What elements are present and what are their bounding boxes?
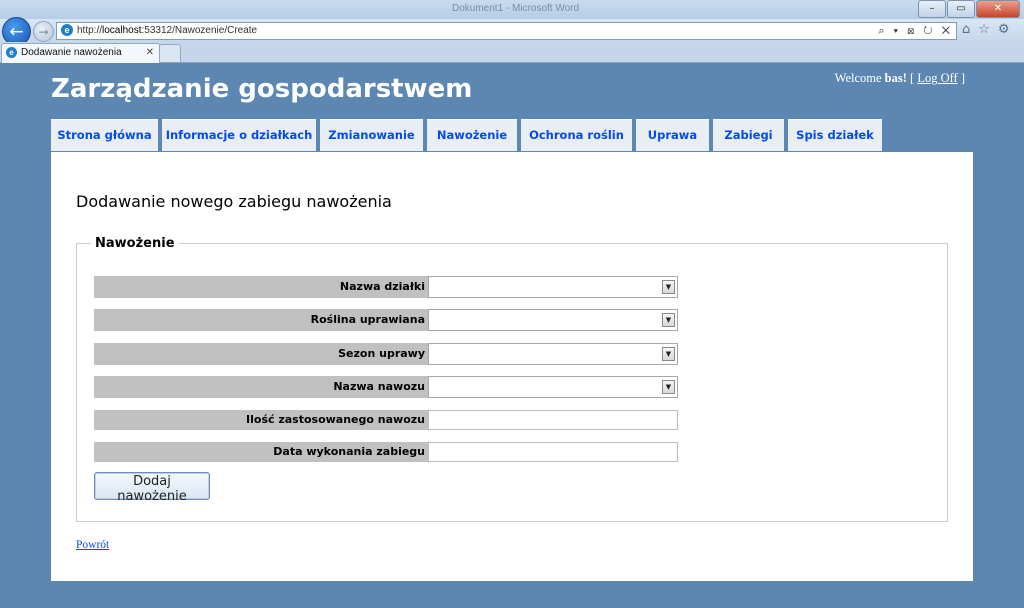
- field-label: Roślina uprawiana: [94, 309, 428, 331]
- form-row-nazwa-nawozu: Nazwa nawozu ▼: [94, 376, 678, 398]
- window-titlebar: Dokument1 - Microsoft Word – ▭ ✕: [0, 0, 1024, 19]
- ie-page-icon: e: [61, 24, 73, 36]
- menu-item-strona-glowna[interactable]: Strona główna: [51, 119, 158, 151]
- welcome-text: Welcome: [834, 71, 882, 85]
- menu-item-zabiegi[interactable]: Zabiegi: [713, 119, 784, 151]
- menu-item-zmianowanie[interactable]: Zmianowanie: [320, 119, 423, 151]
- field-label: Ilość zastosowanego nawozu: [94, 410, 428, 430]
- maximize-button[interactable]: ▭: [947, 0, 975, 18]
- arrow-right-icon: →: [38, 24, 49, 39]
- roslina-uprawiana-select[interactable]: ▼: [428, 309, 678, 331]
- chevron-down-icon[interactable]: ▼: [662, 313, 675, 327]
- toolbar-icons: ⌂ ☆ ⚙: [962, 22, 1010, 37]
- menu-item-nawozenie[interactable]: Nawożenie: [427, 119, 517, 151]
- menu-item-informacje[interactable]: Informacje o działkach: [162, 119, 316, 151]
- fertilization-fieldset: Nawożenie Nazwa działki ▼ Roślina uprawi…: [76, 236, 948, 522]
- fieldset-legend: Nawożenie: [95, 236, 175, 251]
- tab-label: Dodawanie nawożenia: [21, 47, 122, 58]
- address-host: localhost: [102, 25, 142, 36]
- close-window-button[interactable]: ✕: [976, 0, 1020, 18]
- address-bar[interactable]: e http://localhost:53312/Nawozenie/Create…: [56, 22, 957, 40]
- form-row-sezon-uprawy: Sezon uprawy ▼: [94, 343, 678, 365]
- log-off-link[interactable]: Log Off: [917, 71, 957, 85]
- ie-tab-icon: e: [6, 47, 17, 58]
- nazwa-dzialki-select[interactable]: ▼: [428, 276, 678, 298]
- minimize-button[interactable]: –: [918, 0, 946, 18]
- sezon-uprawy-select[interactable]: ▼: [428, 343, 678, 365]
- username: bas!: [884, 71, 907, 85]
- menu-item-uprawa[interactable]: Uprawa: [636, 119, 709, 151]
- new-tab-button[interactable]: [159, 44, 181, 62]
- window-controls: – ▭ ✕: [918, 0, 1020, 18]
- menu-item-spis-dzialek[interactable]: Spis działek: [788, 119, 882, 151]
- form-row-nazwa-dzialki: Nazwa działki ▼: [94, 276, 678, 298]
- forward-button[interactable]: →: [33, 21, 54, 42]
- browser-tabbar: e Dodawanie nawożenia ✕: [0, 42, 1024, 63]
- nazwa-nawozu-select[interactable]: ▼: [428, 376, 678, 398]
- add-fertilization-button[interactable]: Dodaj nawożenie: [94, 472, 210, 504]
- ilosc-nawozu-input[interactable]: [428, 410, 678, 430]
- data-zabiegu-input[interactable]: [428, 442, 678, 462]
- form-row-ilosc-nawozu: Ilość zastosowanego nawozu: [94, 410, 678, 430]
- bracket-close: ]: [960, 71, 965, 85]
- site-title: Zarządzanie gospodarstwem: [51, 74, 473, 104]
- bracket-open: [: [910, 71, 915, 85]
- chevron-down-icon[interactable]: ▼: [662, 347, 675, 361]
- tab-close-icon[interactable]: ✕: [146, 44, 154, 62]
- back-link[interactable]: Powrót: [76, 539, 109, 551]
- address-controls[interactable]: ⌕ ▾ ⊠ ↻ ✕: [878, 23, 953, 39]
- gear-icon[interactable]: ⚙: [998, 22, 1010, 37]
- form-row-data-zabiegu: Data wykonania zabiegu: [94, 442, 678, 462]
- main-content: Dodawanie nowego zabiegu nawożenia Nawoż…: [51, 152, 973, 581]
- home-icon[interactable]: ⌂: [962, 22, 970, 37]
- address-path: :53312/Nawozenie/Create: [141, 25, 258, 36]
- field-label: Nazwa działki: [94, 276, 428, 298]
- arrow-left-icon: ←: [9, 21, 24, 42]
- menu-item-ochrona-roslin[interactable]: Ochrona roślin: [521, 119, 632, 151]
- address-prefix: http://: [77, 25, 103, 36]
- field-label: Nazwa nawozu: [94, 376, 428, 398]
- page-title: Dodawanie nowego zabiegu nawożenia: [76, 192, 392, 211]
- field-label: Data wykonania zabiegu: [94, 442, 428, 462]
- form-row-roslina-uprawiana: Roślina uprawiana ▼: [94, 309, 678, 331]
- favorites-star-icon[interactable]: ☆: [978, 22, 990, 37]
- window-title: Dokument1 - Microsoft Word: [452, 3, 580, 14]
- login-display: Welcome bas! [ Log Off ]: [835, 71, 965, 86]
- chevron-down-icon[interactable]: ▼: [662, 380, 675, 394]
- field-label: Sezon uprawy: [94, 343, 428, 365]
- chevron-down-icon[interactable]: ▼: [662, 280, 675, 294]
- browser-tab[interactable]: e Dodawanie nawożenia ✕: [1, 43, 160, 63]
